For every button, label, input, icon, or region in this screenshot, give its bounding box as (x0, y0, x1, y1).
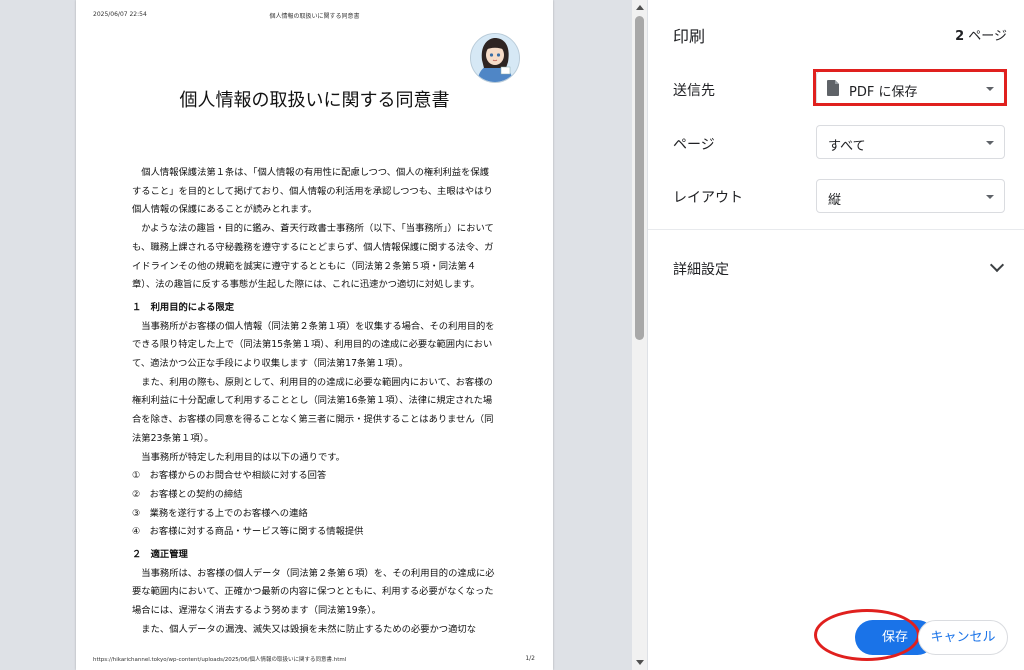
paragraph: また、個人データの漏洩、滅失又は毀損を未然に防止するための必要かつ適切な (141, 623, 476, 635)
pages-value: すべて (828, 139, 866, 154)
list-item: ③ 業務を遂行する上でのお客様への連絡 (132, 507, 308, 519)
avatar-illustration (471, 34, 519, 82)
layout-value: 縦 (828, 193, 842, 208)
preview-scrollbar[interactable] (632, 0, 647, 670)
paragraph: かような法の趣旨・目的に鑑み、蒼天行政書士事務所（以下、「当事務所」）においても… (132, 223, 494, 291)
paragraph: 個人情報保護法第１条は、「個人情報の有用性に配慮しつつ、個人の権利利益を保護する… (132, 167, 493, 216)
sheet-count: 2 ページ (955, 25, 1007, 44)
advanced-settings-toggle[interactable]: 詳細設定 (673, 259, 729, 279)
pages-select[interactable]: すべて (816, 125, 1005, 159)
destination-label: 送信先 (673, 83, 715, 99)
paragraph: 当事務所がお客様の個人情報（同法第２条第１項）を収集する場合、その利用目的をでき… (132, 320, 495, 370)
page-footer-url: https://hikarichannel.tokyo/wp-content/u… (93, 657, 347, 663)
panel-title: 印刷 (673, 27, 706, 46)
sheet-count-number: 2 (955, 29, 965, 44)
save-highlight-ring (814, 609, 920, 661)
layout-label: レイアウト (673, 190, 743, 206)
scroll-up-arrow-icon[interactable] (636, 5, 644, 10)
list-item: ② お客様との契約の締結 (132, 488, 243, 500)
panel-divider (648, 229, 1024, 230)
list-item: ④ お客様に対する商品・サービス等に関する情報提供 (132, 526, 364, 538)
scroll-down-arrow-icon[interactable] (636, 660, 644, 665)
page-footer-number: 1/2 (525, 655, 535, 662)
page-header-title: 個人情報の取扱いに関する同意書 (269, 13, 360, 20)
list-item: ① お客様からのお問合せや相談に対する回答 (132, 470, 327, 482)
scrollbar-thumb[interactable] (635, 16, 644, 340)
layout-select[interactable]: 縦 (816, 179, 1005, 213)
document-title: 個人情報の取扱いに関する同意書 (179, 90, 450, 111)
paragraph: 当事務所が特定した利用目的は以下の通りです。 (141, 451, 345, 463)
sheet-count-unit: ページ (964, 29, 1007, 44)
pages-label: ページ (673, 137, 715, 153)
preview-page: 2025/06/07 22:54 個人情報の取扱いに関する同意書 個人情報の取扱… (76, 0, 553, 670)
section-heading: ２ 適正管理 (132, 549, 188, 561)
author-avatar (470, 33, 520, 83)
document-body: 個人情報保護法第１条は、「個人情報の有用性に配慮しつつ、個人の権利利益を保護する… (132, 164, 496, 640)
paragraph: また、利用の際も、原則として、利用目的の達成に必要な範囲内において、お客様の権利… (132, 376, 494, 444)
chevron-down-icon (986, 195, 994, 199)
cancel-button[interactable]: キャンセル (918, 620, 1008, 655)
print-preview-area: 2025/06/07 22:54 個人情報の取扱いに関する同意書 個人情報の取扱… (0, 0, 648, 670)
print-settings-panel: 印刷 2 ページ 送信先 PDF に保存 ページ すべて レイアウト 縦 詳細設… (648, 0, 1024, 670)
destination-highlight (813, 69, 1007, 106)
chevron-down-icon (986, 141, 994, 145)
paragraph: 当事務所は、お客様の個人データ（同法第２条第６項）を、その利用目的の達成に必要な… (132, 567, 495, 617)
expand-chevron-icon[interactable] (989, 257, 1005, 273)
section-heading: １ 利用目的による限定 (132, 301, 234, 313)
